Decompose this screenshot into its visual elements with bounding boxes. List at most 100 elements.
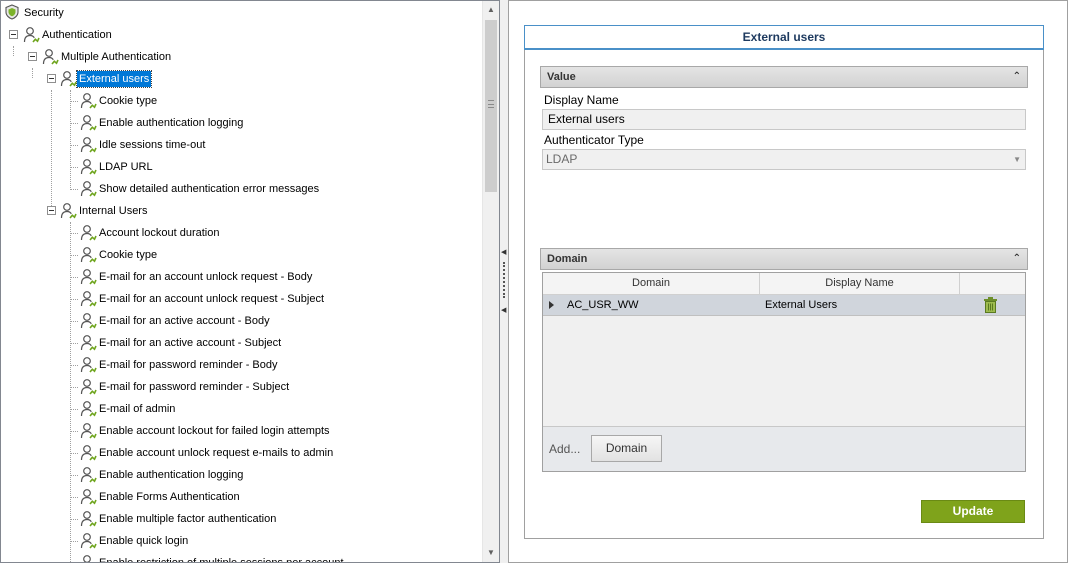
scroll-up-arrow-icon[interactable]: ▲ [483,1,499,18]
collapse-chevron-icon[interactable]: ⌃ [1013,67,1021,87]
tree-item[interactable]: E-mail for an active account - Subject [1,332,483,354]
tree-guide-line [70,299,78,300]
trash-icon[interactable] [984,297,1000,318]
tree-item[interactable]: Show detailed authentication error messa… [1,178,483,200]
tree-item[interactable]: E-mail of admin [1,398,483,420]
tree-guide-line [70,409,78,410]
add-domain-button[interactable]: Domain [591,435,662,462]
dropdown-arrow-icon[interactable]: ▼ [1013,150,1021,169]
tree-guide-line [70,519,78,520]
authenticator-type-value: LDAP [546,152,578,166]
tree-guide-line [70,123,78,124]
tree-guide-line [70,343,78,344]
tree-guide-line [70,167,78,168]
tree-item[interactable]: Enable authentication logging [1,464,483,486]
tree-item[interactable]: Authentication [1,24,483,46]
collapse-chevron-icon-2[interactable]: ⌃ [1013,249,1021,269]
column-header-display-name[interactable]: Display Name [760,273,960,295]
tree-item[interactable]: Enable Forms Authentication [1,486,483,508]
tree-item-label: E-mail for an active account - Subject [99,337,282,349]
user-key-icon [79,510,97,528]
tree-guide-line [70,145,78,146]
tree-item[interactable]: Enable restriction of multiple sessions … [1,552,483,562]
tree-guide-line [70,321,78,322]
tree-item-label: Enable restriction of multiple sessions … [97,552,346,562]
splitter-grip-icon [503,262,505,298]
domain-section-header[interactable]: Domain ⌃ [540,248,1028,270]
settings-tree: Security Authentication Multiple Authentic… [1,1,483,562]
scrollbar-thumb[interactable] [485,20,497,192]
tree-guide-line [70,541,78,542]
tree-guide-line [70,277,78,278]
tree-item[interactable]: E-mail for an account unlock request - S… [1,288,483,310]
user-key-icon [79,158,97,176]
tree-item[interactable]: E-mail for an active account - Body [1,310,483,332]
tree-item-label: E-mail for password reminder - Subject [99,381,290,393]
tree-item-label: E-mail for an active account - Body [99,315,270,327]
pane-splitter[interactable]: ◀ ◀ [500,0,508,563]
value-section-title: Value [547,71,576,83]
user-key-icon [79,136,97,154]
column-header-domain[interactable]: Domain [543,273,760,295]
collapse-toggle-icon[interactable] [47,74,56,83]
user-key-icon [79,268,97,286]
authenticator-type-label: Authenticator Type [544,133,644,147]
tree-item-label: External users [75,70,153,88]
user-key-icon [79,224,97,242]
panel-title: External users [525,26,1043,49]
tree-item-label: Enable Forms Authentication [99,491,240,503]
tree-item[interactable]: Account lockout duration [1,222,483,244]
value-section-header[interactable]: Value ⌃ [540,66,1028,88]
tree-item[interactable]: E-mail for password reminder - Body [1,354,483,376]
user-key-icon [79,334,97,352]
tree-item-label: Enable account unlock request e-mails to… [99,447,334,459]
details-pane: External users Value ⌃ Display Name Exte… [508,0,1068,563]
tree-item[interactable]: LDAP URL [1,156,483,178]
tree-item[interactable]: Enable account unlock request e-mails to… [1,442,483,464]
tree-guide-line [70,497,78,498]
tree-item-label: E-mail for password reminder - Body [99,359,278,371]
tree-item[interactable]: Security [1,2,483,24]
tree-item-label: Cookie type [99,95,158,107]
tree-item[interactable]: Enable multiple factor authentication [1,508,483,530]
user-key-icon [79,532,97,550]
collapse-left-arrow-icon-2[interactable]: ◀ [501,306,506,314]
scroll-down-arrow-icon[interactable]: ▼ [483,544,499,561]
tree-guide-line [70,431,78,432]
tree-item[interactable]: E-mail for password reminder - Subject [1,376,483,398]
tree-item-label: Cookie type [99,249,158,261]
row-display-name-cell[interactable]: External Users [765,295,955,316]
tree-item[interactable]: Cookie type [1,90,483,112]
tree-item-label: LDAP URL [99,161,153,173]
collapse-toggle-icon[interactable] [28,52,37,61]
tree-item[interactable]: Enable account lockout for failed login … [1,420,483,442]
tree-item-label: Enable quick login [99,535,189,547]
tree-item[interactable]: Idle sessions time-out [1,134,483,156]
tree-item-label: Security [24,7,64,19]
tree-item[interactable]: Cookie type [1,244,483,266]
tree-guide-line [70,255,78,256]
user-key-icon [79,488,97,506]
display-name-field[interactable]: External users [542,109,1026,130]
authenticator-type-select[interactable]: LDAP ▼ [542,149,1026,170]
domain-grid: Domain Display Name AC_USR_WW External U… [542,272,1026,472]
collapse-toggle-icon[interactable] [9,30,18,39]
update-button[interactable]: Update [921,500,1025,523]
user-key-icon [79,444,97,462]
scrollbar-grip-icon [488,100,494,108]
tree-item[interactable]: Multiple Authentication [1,46,483,68]
shield-icon [4,4,22,22]
tree-guide-line [70,233,78,234]
user-key-icon [79,312,97,330]
tree-item[interactable]: Enable quick login [1,530,483,552]
collapse-left-arrow-icon[interactable]: ◀ [501,248,506,256]
table-row[interactable]: AC_USR_WW External Users [543,295,1025,316]
tree-item[interactable]: External users [1,68,483,90]
tree-scrollbar[interactable]: ▲ ▼ [482,1,499,562]
row-domain-cell[interactable]: AC_USR_WW [567,295,757,316]
collapse-toggle-icon[interactable] [47,206,56,215]
tree-guide-line [70,189,78,190]
tree-item[interactable]: E-mail for an account unlock request - B… [1,266,483,288]
tree-item[interactable]: Enable authentication logging [1,112,483,134]
tree-item[interactable]: Internal Users [1,200,483,222]
